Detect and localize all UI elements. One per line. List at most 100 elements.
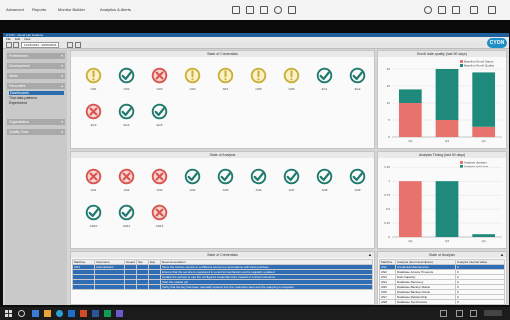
y-tick-label: 0.75: [384, 193, 390, 197]
title-strip: [0, 20, 510, 33]
sidebar: Preferences ▾ Development ▾ Alerts ▾ Favour…: [5, 50, 67, 305]
sidebar-subitem-trial-data[interactable]: Trial data patterns: [9, 96, 37, 100]
search-icon[interactable]: [18, 310, 25, 317]
error-circle-icon[interactable]: [85, 103, 102, 120]
check-circle-icon[interactable]: [349, 67, 366, 84]
app-icon[interactable]: [80, 310, 87, 317]
y-tick-label: 0: [388, 135, 390, 139]
y-tick-label: 15: [387, 84, 391, 88]
check-circle-icon[interactable]: [118, 67, 135, 84]
x-tick-label: Q4: [482, 139, 486, 143]
check-circle-icon[interactable]: [85, 204, 102, 221]
warning-circle-icon[interactable]: [283, 67, 300, 84]
sidebar-item-alerts[interactable]: Alerts ▾: [7, 73, 65, 79]
application-window: CYON - Cloud Lab Instance File Edit View…: [3, 33, 509, 305]
check-circle-icon[interactable]: [316, 67, 333, 84]
sidebar-item-organisation[interactable]: Organisation ▾: [7, 119, 65, 125]
help-icon[interactable]: [424, 6, 432, 14]
tab-analytics[interactable]: Analytics & Alerts: [100, 7, 131, 12]
bar[interactable]: [435, 181, 459, 237]
check-circle-icon[interactable]: [349, 168, 366, 185]
clock-icon[interactable]: [484, 310, 502, 316]
sidebar-item-quality-view[interactable]: Quality View ▾: [7, 129, 65, 135]
warning-circle-icon[interactable]: [85, 67, 102, 84]
error-circle-icon[interactable]: [85, 168, 102, 185]
check-circle-icon[interactable]: [184, 168, 201, 185]
check-circle-icon[interactable]: [217, 168, 234, 185]
bar[interactable]: [472, 234, 496, 237]
status-label: SP1: [222, 87, 229, 91]
back-icon[interactable]: [6, 42, 12, 48]
copy-icon[interactable]: [246, 6, 254, 14]
y-tick-label: 10: [387, 101, 391, 105]
analysis-table: Machine Analysis (short description) Analy…: [379, 259, 505, 305]
windows-start-icon[interactable]: [5, 310, 12, 317]
error-circle-icon[interactable]: [151, 67, 168, 84]
bar[interactable]: [435, 69, 459, 120]
error-circle-icon[interactable]: [151, 204, 168, 221]
save-icon[interactable]: [260, 6, 268, 14]
system-tray-icon[interactable]: [440, 310, 447, 317]
check-circle-icon[interactable]: [283, 168, 300, 185]
sidebar-item-label: Organisation: [9, 120, 29, 124]
sidebar-subitem-dashboards[interactable]: Dashboards: [9, 91, 64, 95]
tab-reports[interactable]: Reports: [32, 7, 46, 12]
status-label: EC4: [123, 123, 130, 127]
error-circle-icon[interactable]: [151, 168, 168, 185]
check-circle-icon[interactable]: [250, 168, 267, 185]
excel-icon[interactable]: [104, 310, 111, 317]
legend-swatch: [460, 161, 463, 164]
share-icon[interactable]: [288, 6, 296, 14]
status-label: AN10: [89, 224, 98, 228]
word-icon[interactable]: [92, 310, 99, 317]
grid-icon[interactable]: [452, 6, 460, 14]
window-icon[interactable]: [232, 6, 240, 14]
check-circle-icon[interactable]: [151, 103, 168, 120]
settings-icon[interactable]: [274, 6, 282, 14]
bar[interactable]: [472, 72, 496, 127]
sidebar-item-development[interactable]: Development ▾: [7, 63, 65, 69]
sidebar-item-favourites[interactable]: Favourites ▴: [7, 83, 65, 89]
analysis-timing-chart: Analysis durationAnalysis start time00.2…: [384, 161, 502, 243]
table-cell: AN8: [379, 299, 396, 305]
refresh-icon[interactable]: [75, 42, 81, 48]
date-range-field[interactable]: 11/01/2024 - 30/05/2024: [21, 42, 60, 48]
bar[interactable]: [472, 126, 496, 137]
tab-advanced[interactable]: Advanced: [6, 7, 24, 12]
expand-icon[interactable]: ▲: [500, 252, 504, 257]
bar[interactable]: [398, 181, 422, 237]
bar[interactable]: [435, 120, 459, 137]
warning-circle-icon[interactable]: [184, 67, 201, 84]
table-cell: [124, 284, 137, 290]
check-circle-icon[interactable]: [316, 168, 333, 185]
outlook-icon[interactable]: [68, 310, 75, 317]
tab-monitor-builder[interactable]: Monitor Builder: [58, 7, 85, 12]
table-row[interactable]: AN8 Database Synchronize 0: [379, 299, 505, 305]
warning-circle-icon[interactable]: [217, 67, 234, 84]
warning-circle-icon[interactable]: [250, 67, 267, 84]
bar[interactable]: [398, 103, 422, 137]
status-label: AN2: [123, 188, 130, 192]
check-circle-icon[interactable]: [118, 103, 135, 120]
sidebar-subitem-experiment[interactable]: Experiment: [9, 101, 27, 105]
edge-browser-icon[interactable]: [56, 310, 63, 317]
bar[interactable]: [398, 89, 422, 103]
close-icon[interactable]: [488, 6, 496, 14]
table-cell: Database Synchronize: [395, 299, 456, 305]
network-icon[interactable]: [456, 310, 463, 317]
table-row[interactable]: Verify that the key has been manually en…: [72, 284, 373, 290]
error-circle-icon[interactable]: [118, 168, 135, 185]
forward-icon[interactable]: [13, 42, 19, 48]
minimize-icon[interactable]: [470, 6, 478, 14]
table-cell: [72, 284, 95, 290]
file-explorer-icon[interactable]: [44, 310, 51, 317]
calendar-icon[interactable]: [67, 42, 73, 48]
check-circle-icon[interactable]: [118, 204, 135, 221]
gear-icon[interactable]: [438, 6, 446, 14]
volume-icon[interactable]: [470, 310, 477, 317]
expand-icon[interactable]: ▲: [368, 252, 372, 257]
column-header[interactable]: Issued: [124, 259, 137, 265]
task-view-icon[interactable]: [32, 310, 39, 317]
teams-icon[interactable]: [116, 310, 123, 317]
sidebar-item-preferences[interactable]: Preferences ▾: [7, 53, 65, 59]
